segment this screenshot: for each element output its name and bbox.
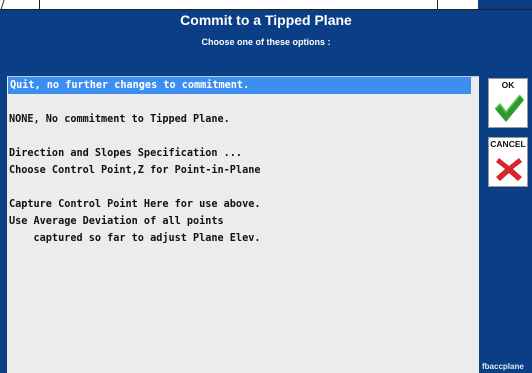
option-spacer [7, 94, 471, 111]
ok-button-label: OK [501, 80, 515, 90]
options-list[interactable]: Quit, no further changes to commitment. … [7, 76, 479, 373]
cancel-button-label: CANCEL [490, 139, 526, 149]
background-window-strip [0, 0, 532, 10]
dialog-title: Commit to a Tipped Plane [180, 12, 352, 28]
option-spacer [7, 179, 471, 196]
option-none[interactable]: NONE, No commitment to Tipped Plane. [7, 111, 471, 128]
ok-button[interactable]: OK [488, 78, 528, 128]
option-average-deviation-continued[interactable]: captured so far to adjust Plane Elev. [7, 230, 471, 247]
dialog-subtitle: Choose one of these options : [201, 37, 331, 47]
option-choose-control-point[interactable]: Choose Control Point,Z for Point-in-Plan… [7, 162, 471, 179]
option-direction-slopes[interactable]: Direction and Slopes Specification ... [7, 145, 471, 162]
option-average-deviation[interactable]: Use Average Deviation of all points [7, 213, 471, 230]
option-capture-control-point[interactable]: Capture Control Point Here for use above… [7, 196, 471, 213]
cancel-button[interactable]: CANCEL [488, 137, 528, 187]
module-name-label: fbaccplane [482, 362, 524, 371]
close-icon [496, 158, 522, 181]
option-spacer [7, 128, 471, 145]
checkmark-icon [494, 94, 524, 122]
option-quit[interactable]: Quit, no further changes to commitment. [8, 77, 471, 94]
